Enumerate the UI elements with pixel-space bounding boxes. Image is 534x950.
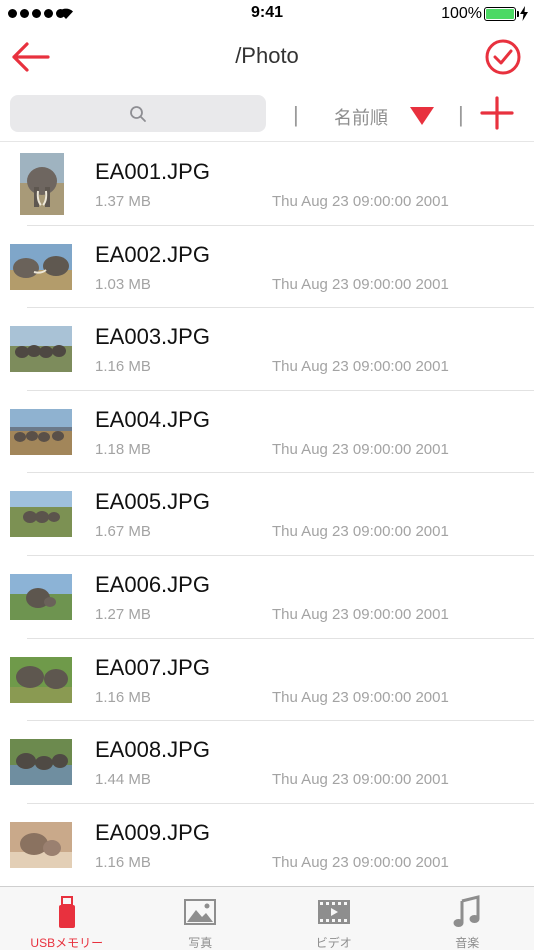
file-date: Thu Aug 23 09:00:00 2001 bbox=[272, 358, 449, 376]
file-row[interactable]: EA004.JPG 1.18 MB Thu Aug 23 09:00:00 20… bbox=[0, 391, 534, 474]
done-button[interactable] bbox=[484, 38, 522, 76]
charging-icon bbox=[520, 6, 528, 21]
file-name: EA007.JPG bbox=[95, 654, 210, 680]
file-name: EA003.JPG bbox=[95, 324, 210, 350]
image-thumbnail bbox=[10, 326, 72, 373]
file-name: EA008.JPG bbox=[95, 737, 210, 763]
usb-drive-icon bbox=[58, 896, 75, 928]
file-date: Thu Aug 23 09:00:00 2001 bbox=[272, 193, 449, 210]
image-thumbnail bbox=[10, 656, 72, 703]
sort-direction-icon[interactable] bbox=[410, 107, 434, 125]
file-size: 1.37 MB bbox=[95, 193, 151, 210]
file-row[interactable]: EA003.JPG 1.16 MB Thu Aug 23 09:00:00 20… bbox=[0, 308, 534, 391]
file-row[interactable]: EA008.JPG 1.44 MB Thu Aug 23 09:00:00 20… bbox=[0, 721, 534, 804]
checkmark-circle-icon bbox=[485, 39, 521, 75]
file-date: Thu Aug 23 09:00:00 2001 bbox=[272, 440, 449, 458]
file-name: EA001.JPG bbox=[95, 159, 210, 184]
photo-icon bbox=[184, 899, 217, 925]
image-thumbnail bbox=[10, 491, 72, 538]
toolbar: | 名前順 | bbox=[0, 88, 534, 142]
tab-label: 写真 bbox=[188, 936, 213, 950]
divider: | bbox=[458, 102, 464, 127]
divider: | bbox=[293, 102, 299, 127]
file-size: 1.44 MB bbox=[95, 771, 151, 789]
file-row[interactable]: EA001.JPG 1.37 MB Thu Aug 23 09:00:00 20… bbox=[0, 143, 534, 226]
file-size: 1.27 MB bbox=[95, 605, 151, 623]
status-bar: 9:41 100% bbox=[0, 0, 534, 28]
music-note-icon bbox=[453, 895, 480, 927]
image-thumbnail bbox=[20, 153, 64, 215]
tab-bar: USBメモリー 写真 ビデオ 音楽 bbox=[0, 886, 534, 950]
image-thumbnail bbox=[10, 408, 72, 455]
sort-button[interactable]: 名前順 bbox=[334, 104, 388, 130]
tab-usb-memory[interactable]: USBメモリー bbox=[0, 887, 134, 950]
tab-label: USBメモリー bbox=[30, 936, 104, 950]
file-row[interactable]: EA009.JPG 1.16 MB Thu Aug 23 09:00:00 20… bbox=[0, 804, 534, 885]
file-size: 1.03 MB bbox=[95, 275, 151, 293]
file-name: EA009.JPG bbox=[95, 819, 210, 845]
battery-icon bbox=[484, 7, 519, 21]
file-name: EA004.JPG bbox=[95, 406, 210, 432]
search-bar bbox=[10, 95, 266, 132]
plus-icon bbox=[480, 96, 514, 130]
file-row[interactable]: EA002.JPG 1.03 MB Thu Aug 23 09:00:00 20… bbox=[0, 226, 534, 309]
page-title: /Photo bbox=[235, 43, 299, 68]
add-button[interactable] bbox=[480, 96, 514, 130]
file-name: EA002.JPG bbox=[95, 241, 210, 267]
file-name: EA006.JPG bbox=[95, 571, 210, 597]
file-row[interactable]: EA007.JPG 1.16 MB Thu Aug 23 09:00:00 20… bbox=[0, 639, 534, 722]
file-date: Thu Aug 23 09:00:00 2001 bbox=[272, 771, 449, 789]
file-date: Thu Aug 23 09:00:00 2001 bbox=[272, 853, 449, 871]
file-date: Thu Aug 23 09:00:00 2001 bbox=[272, 688, 449, 706]
file-size: 1.18 MB bbox=[95, 440, 151, 458]
image-thumbnail bbox=[10, 573, 72, 620]
image-thumbnail bbox=[10, 739, 72, 786]
navigation-bar: /Photo bbox=[0, 28, 534, 86]
file-list: EA001.JPG 1.37 MB Thu Aug 23 09:00:00 20… bbox=[0, 143, 534, 885]
tab-label: ビデオ bbox=[315, 936, 352, 950]
file-size: 1.16 MB bbox=[95, 853, 151, 871]
file-name: EA005.JPG bbox=[95, 489, 210, 515]
file-row[interactable]: EA005.JPG 1.67 MB Thu Aug 23 09:00:00 20… bbox=[0, 473, 534, 556]
file-date: Thu Aug 23 09:00:00 2001 bbox=[272, 275, 449, 293]
file-size: 1.67 MB bbox=[95, 523, 151, 541]
file-date: Thu Aug 23 09:00:00 2001 bbox=[272, 605, 449, 623]
image-thumbnail bbox=[10, 821, 72, 868]
tab-video[interactable]: ビデオ bbox=[267, 887, 401, 950]
file-size: 1.16 MB bbox=[95, 688, 151, 706]
battery-percentage: 100% bbox=[441, 5, 482, 22]
file-size: 1.16 MB bbox=[95, 358, 151, 376]
file-row[interactable]: EA006.JPG 1.27 MB Thu Aug 23 09:00:00 20… bbox=[0, 556, 534, 639]
image-thumbnail bbox=[10, 243, 72, 290]
tab-photos[interactable]: 写真 bbox=[134, 887, 268, 950]
video-icon bbox=[317, 900, 350, 924]
tab-label: 音楽 bbox=[455, 936, 480, 950]
search-input[interactable] bbox=[10, 95, 266, 132]
tab-music[interactable]: 音楽 bbox=[401, 887, 534, 950]
file-date: Thu Aug 23 09:00:00 2001 bbox=[272, 523, 449, 541]
